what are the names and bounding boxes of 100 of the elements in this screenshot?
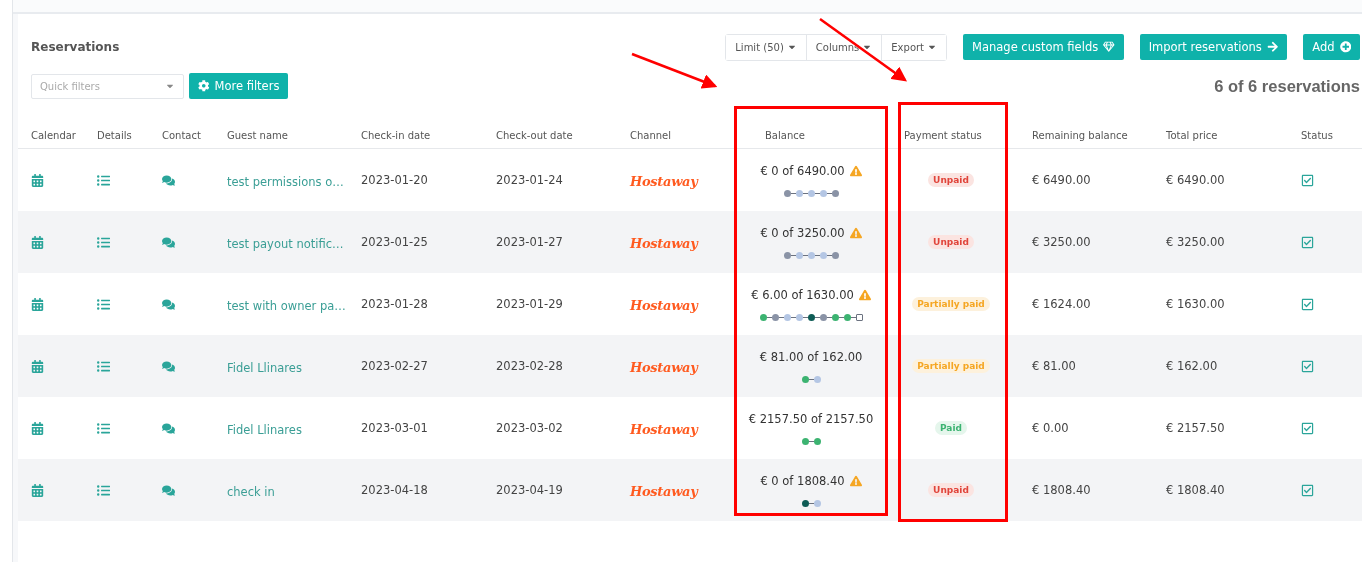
column-header: Total price [1166,130,1219,141]
total-price: € 2157.50 [1166,421,1226,435]
channel-logo: Hostaway [630,359,698,375]
remaining-balance: € 0.00 [1032,421,1070,435]
payment-status-badge: Partially paid [912,297,990,311]
dropdown-button[interactable]: Limit (50) [726,34,807,60]
list-icon[interactable] [97,173,110,187]
calendar-icon[interactable] [31,483,44,497]
check-out-date: 2023-01-27 [496,235,564,249]
checkbox-checked-icon [1301,359,1314,373]
total-price: € 1808.40 [1166,483,1226,497]
reservation-count: 6 of 6 reservations [1214,76,1360,96]
checkbox-checked-icon [1301,297,1314,311]
check-in-date: 2023-01-20 [361,173,429,187]
total-price: € 6490.00 [1166,173,1226,187]
guest-name-link[interactable]: Fidel Llinares [227,422,302,437]
check-in-date: 2023-03-01 [361,421,429,435]
list-icon[interactable] [97,297,110,311]
balance-amount: € 0 of 3250.00 [760,225,845,240]
balance-amount: € 0 of 6490.00 [760,163,845,178]
guest-name-link[interactable]: test permissions o… [227,174,344,189]
check-out-date: 2023-04-19 [496,483,564,497]
checkbox-checked-icon [1301,421,1314,435]
list-icon[interactable] [97,235,110,249]
guest-name-link[interactable]: Fidel Llinares [227,360,302,375]
column-header: Contact [162,130,202,141]
channel-logo: Hostaway [630,173,698,189]
checkbox-checked-icon [1301,483,1314,497]
payment-status-badge: Partially paid [912,359,990,373]
balance-amount: € 6.00 of 1630.00 [751,287,854,302]
list-icon[interactable] [97,359,110,373]
calendar-icon[interactable] [31,173,44,187]
page-title: Reservations [31,40,120,54]
calendar-icon[interactable] [31,235,44,249]
payment-status-badge: Unpaid [928,483,974,497]
more-filters-button[interactable]: More filters [189,73,289,99]
list-icon[interactable] [97,421,110,435]
action-button[interactable]: Manage custom fields [963,34,1124,60]
check-out-date: 2023-01-24 [496,173,564,187]
check-in-date: 2023-04-18 [361,483,429,497]
balance-amount: € 2157.50 of 2157.50 [748,411,874,426]
payment-steps [783,189,839,197]
guest-name-link[interactable]: check in [227,484,275,499]
total-price: € 162.00 [1166,359,1219,373]
total-price: € 3250.00 [1166,235,1226,249]
quick-filters-select[interactable]: Quick filters [31,73,184,99]
list-icon[interactable] [97,483,110,497]
action-button[interactable]: Import reservations [1139,34,1288,60]
column-header: Status [1301,130,1334,141]
guest-name-link[interactable]: test with owner pa… [227,298,346,313]
remaining-balance: € 1808.40 [1032,483,1092,497]
column-header: Remaining balance [1032,130,1129,141]
check-out-date: 2023-03-02 [496,421,564,435]
check-out-date: 2023-02-28 [496,359,564,373]
calendar-icon[interactable] [31,359,44,373]
checkbox-checked-icon [1301,173,1314,187]
chat-icon[interactable] [162,173,175,187]
check-in-date: 2023-01-28 [361,297,429,311]
arrow-right-icon [1266,41,1279,53]
payment-steps [783,251,839,259]
check-in-date: 2023-01-25 [361,235,429,249]
total-price: € 1630.00 [1166,297,1226,311]
channel-logo: Hostaway [630,483,698,499]
chat-icon[interactable] [162,421,175,435]
column-header: Balance [764,130,806,141]
column-header: Guest name [227,130,289,141]
payment-status-badge: Unpaid [928,235,974,249]
chat-icon[interactable] [162,297,175,311]
check-out-date: 2023-01-29 [496,297,564,311]
channel-logo: Hostaway [630,235,698,251]
channel-logo: Hostaway [630,421,698,437]
payment-steps [801,437,821,445]
column-header: Details [97,130,133,141]
chat-icon[interactable] [162,235,175,249]
checkbox-checked-icon [1301,235,1314,249]
column-header: Calendar [31,130,77,141]
payment-status-badge: Unpaid [928,173,974,187]
balance-amount: € 81.00 of 162.00 [759,349,863,364]
balance-amount: € 0 of 1808.40 [760,473,845,488]
remaining-balance: € 1624.00 [1032,297,1092,311]
calendar-icon[interactable] [31,421,44,435]
payment-steps [801,375,821,383]
remaining-balance: € 81.00 [1032,359,1077,373]
settings-icon [198,80,210,92]
channel-logo: Hostaway [630,297,698,313]
check-in-date: 2023-02-27 [361,359,429,373]
column-header: Payment status [903,130,983,141]
column-header: Check-in date [361,130,432,141]
chat-icon[interactable] [162,359,175,373]
chat-icon[interactable] [162,483,175,497]
calendar-icon[interactable] [31,297,44,311]
action-button[interactable]: Add [1303,34,1360,60]
column-header: Channel [630,130,673,141]
payment-steps [801,499,821,507]
guest-name-link[interactable]: test payout notific… [227,236,344,251]
remaining-balance: € 6490.00 [1032,173,1092,187]
gem-icon [1103,41,1115,53]
payment-status-badge: Paid [935,421,967,435]
column-header: Check-out date [496,130,574,141]
remaining-balance: € 3250.00 [1032,235,1092,249]
